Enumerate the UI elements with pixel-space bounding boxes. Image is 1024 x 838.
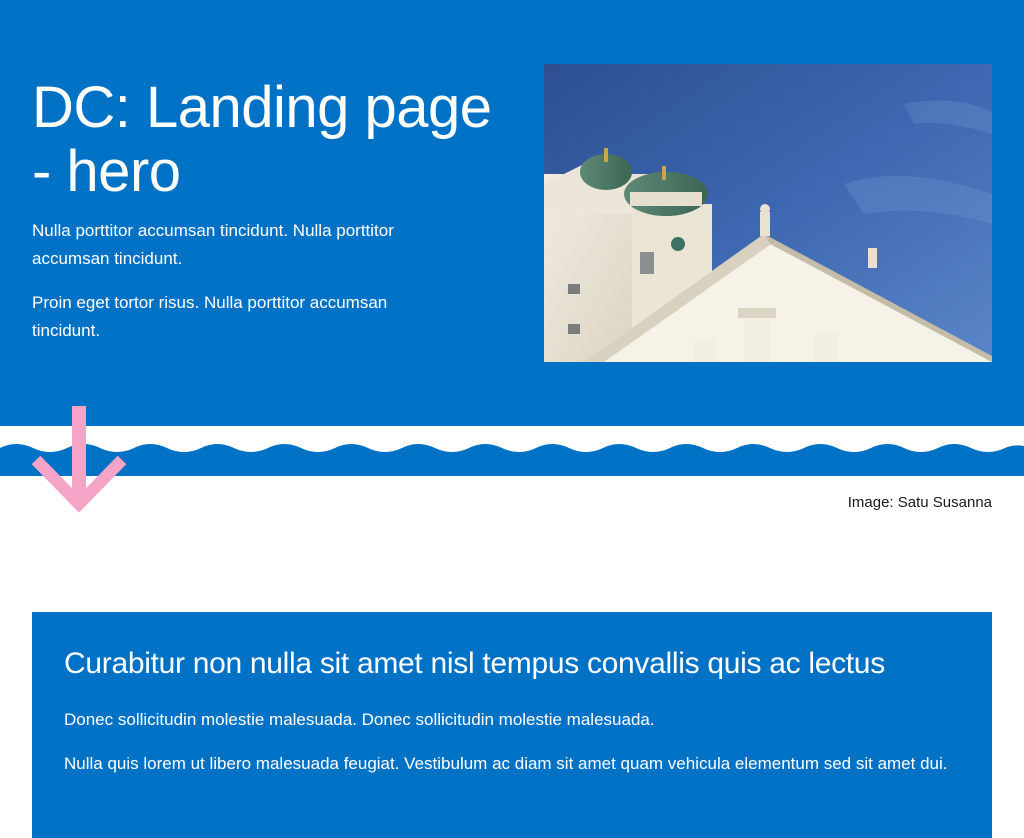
info-box-paragraph-2: Nulla quis lorem ut libero malesuada feu…: [64, 754, 948, 773]
hero-paragraph-1: Nulla porttitor accumsan tincidunt. Null…: [32, 221, 394, 268]
image-caption: Image: Satu Susanna: [847, 494, 992, 511]
info-box-paragraph-1: Donec sollicitudin molestie malesuada. D…: [64, 710, 655, 729]
hero-image: [544, 64, 992, 362]
info-box-title: Curabitur non nulla sit amet nisl tempus…: [64, 647, 885, 680]
arrow-down-icon: [32, 404, 126, 518]
hero-title: DC: Landing page - hero: [32, 75, 492, 204]
wave-divider: [0, 426, 1024, 476]
hero-paragraph-2: Proin eget tortor risus. Nulla porttitor…: [32, 293, 388, 340]
